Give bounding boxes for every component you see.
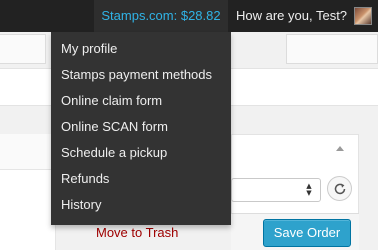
menu-item-history[interactable]: History — [61, 195, 101, 215]
stamps-balance-link[interactable]: Stamps.com: $28.82 — [94, 0, 228, 32]
menu-item-online-scan[interactable]: Online SCAN form — [61, 117, 168, 137]
select-arrows-icon: ▲ ▼ — [306, 182, 312, 197]
menu-item-schedule-pickup[interactable]: Schedule a pickup — [61, 143, 167, 163]
screen-tab-left[interactable] — [0, 34, 46, 64]
account-greeting[interactable]: How are you, Test? — [236, 0, 347, 32]
refresh-icon — [334, 183, 346, 195]
order-data-header — [0, 134, 56, 170]
order-data-panel — [0, 134, 56, 250]
account-dropdown-menu: My profile Stamps payment methods Online… — [51, 32, 231, 225]
save-order-button[interactable]: Save Order — [263, 219, 351, 247]
user-avatar[interactable] — [354, 7, 372, 25]
apply-action-button[interactable] — [327, 176, 352, 201]
menu-item-refunds[interactable]: Refunds — [61, 169, 109, 189]
menu-item-payment-methods[interactable]: Stamps payment methods — [61, 65, 212, 85]
collapse-arrow-icon[interactable] — [336, 146, 344, 151]
move-to-trash-link[interactable]: Move to Trash — [96, 224, 178, 242]
menu-item-my-profile[interactable]: My profile — [61, 39, 117, 59]
admin-bar: Stamps.com: $28.82 How are you, Test? — [0, 0, 378, 32]
menu-item-online-claim[interactable]: Online claim form — [61, 91, 162, 111]
screen-tab-right[interactable] — [286, 34, 378, 64]
